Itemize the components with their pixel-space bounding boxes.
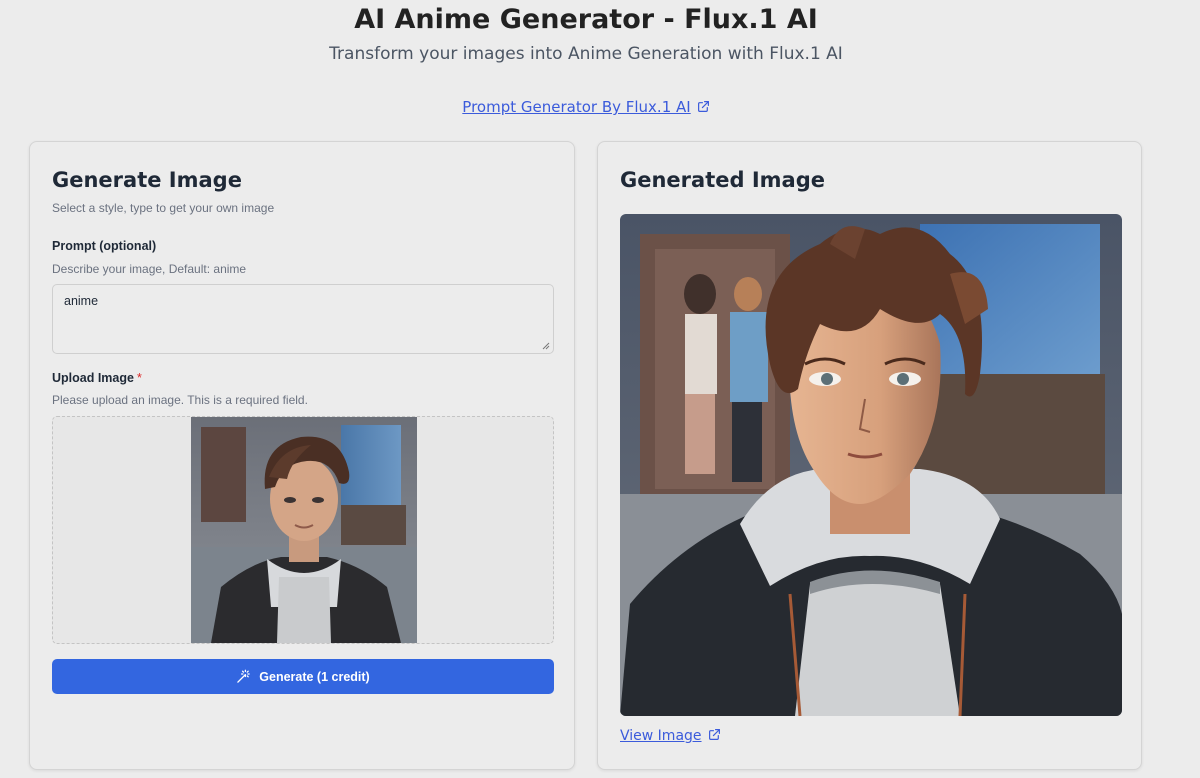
generate-card-title: Generate Image — [52, 168, 242, 192]
page-title: AI Anime Generator - Flux.1 AI — [354, 4, 818, 35]
upload-label: Upload Image * — [52, 371, 142, 385]
generate-button-label: Generate (1 credit) — [259, 669, 370, 684]
page-subtitle: Transform your images into Anime Generat… — [329, 44, 843, 64]
view-image-link-row: View Image — [620, 728, 721, 745]
upload-dropzone[interactable] — [52, 416, 554, 644]
prompt-generator-link[interactable]: Prompt Generator By Flux.1 AI — [462, 98, 690, 116]
generate-card-description: Select a style, type to get your own ima… — [52, 201, 275, 215]
external-link-icon[interactable] — [708, 728, 721, 745]
external-link-icon[interactable] — [697, 99, 710, 117]
prompt-value: anime — [64, 294, 99, 308]
view-image-link[interactable]: View Image — [620, 728, 702, 744]
magic-wand-icon — [237, 669, 251, 683]
prompt-hint: Describe your image, Default: anime — [52, 262, 247, 276]
prompt-generator-link-row: Prompt Generator By Flux.1 AI — [0, 98, 1172, 117]
page: AI Anime Generator - Flux.1 AI Transform… — [0, 0, 1200, 778]
view-image-link-label: View Image — [620, 728, 702, 744]
upload-hint: Please upload an image. This is a requir… — [52, 393, 308, 407]
result-card-title: Generated Image — [620, 168, 825, 192]
prompt-textarea[interactable]: anime — [52, 284, 554, 354]
required-marker: * — [136, 371, 142, 385]
generate-image-card: Generate Image Select a style, type to g… — [29, 141, 575, 770]
generated-image-card: Generated Image View Image — [597, 141, 1142, 770]
upload-label-text: Upload Image — [52, 371, 134, 385]
prompt-generator-link-label: Prompt Generator By Flux.1 AI — [462, 98, 691, 116]
uploaded-photo — [191, 417, 417, 643]
prompt-label: Prompt (optional) — [52, 239, 157, 253]
resize-handle-icon[interactable] — [542, 342, 550, 350]
generate-button[interactable]: Generate (1 credit) — [52, 659, 554, 694]
generated-image — [620, 214, 1122, 716]
